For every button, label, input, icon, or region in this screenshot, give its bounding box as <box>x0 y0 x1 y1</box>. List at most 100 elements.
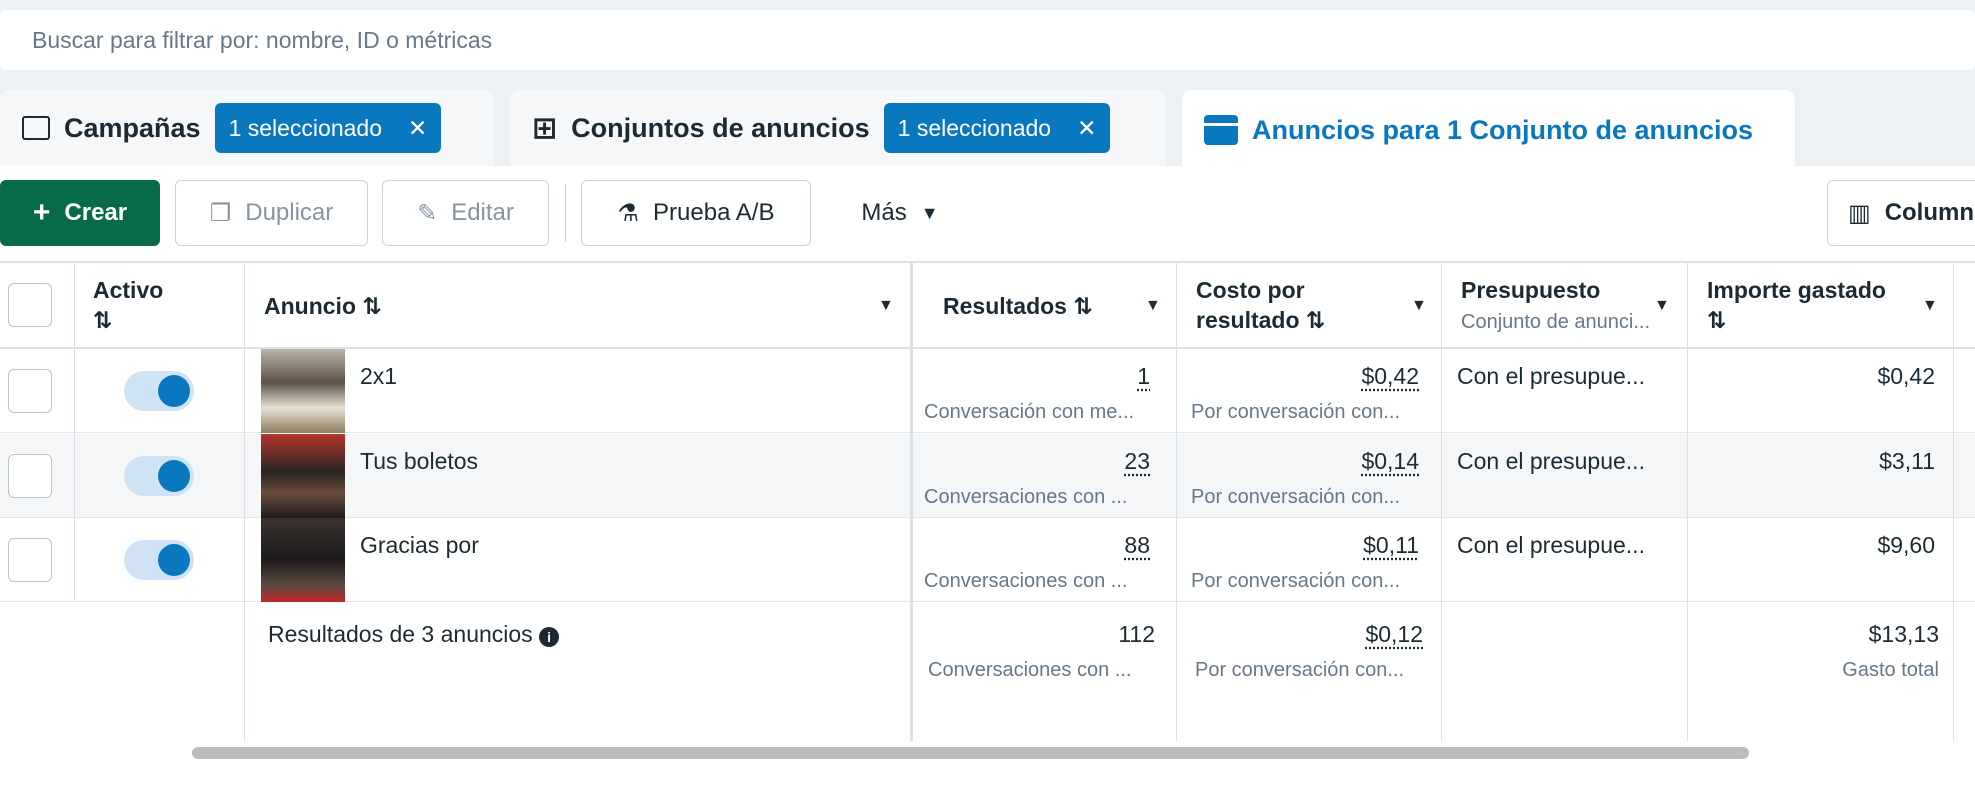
ad-thumbnail <box>261 349 345 433</box>
header-label: Presupuesto <box>1461 277 1601 303</box>
budget-value: Con el presupue... <box>1457 363 1645 389</box>
header-label: Anuncio <box>264 293 356 319</box>
header-activo[interactable]: Activo ⇅ <box>93 275 163 335</box>
caret-down-icon[interactable]: ▼ <box>1922 297 1938 315</box>
caret-down-icon[interactable]: ▼ <box>1654 297 1670 315</box>
caret-down-icon[interactable]: ▼ <box>1411 297 1427 315</box>
button-label: Prueba A/B <box>653 199 775 226</box>
total-spent: $13,13 <box>1868 621 1939 647</box>
pencil-icon: ✎ <box>417 199 438 227</box>
close-icon[interactable]: ✕ <box>408 115 427 142</box>
table-row[interactable]: 2x1 1 Conversación con me... $0,42 Por c… <box>0 349 1975 433</box>
tab-campanas[interactable]: Campañas 1 seleccionado ✕ <box>0 90 494 166</box>
header-label: Importe gastado <box>1707 277 1886 303</box>
header-label: Costo por <box>1196 277 1305 303</box>
total-cost-type: Por conversación con... <box>1195 659 1404 681</box>
ad-thumbnail <box>261 518 345 602</box>
summary-row: Resultados de 3 anuncios i 112 Conversac… <box>0 603 1975 741</box>
column-divider <box>910 261 913 741</box>
header-label: resultado <box>1196 307 1300 333</box>
header-anuncio[interactable]: Anuncio ⇅ <box>264 291 382 321</box>
selection-chip[interactable]: 1 seleccionado ✕ <box>883 103 1111 153</box>
sort-icon[interactable]: ⇅ <box>1707 307 1726 333</box>
create-button[interactable]: + Crear <box>0 180 160 246</box>
total-results-type: Conversaciones con ... <box>928 659 1132 681</box>
search-input[interactable]: Buscar para filtrar por: nombre, ID o mé… <box>0 10 1975 70</box>
table-row[interactable]: Gracias por 88 Conversaciones con ... $0… <box>0 518 1975 602</box>
info-icon[interactable]: i <box>539 627 560 647</box>
cost-value: $0,42 <box>1361 363 1419 389</box>
ad-icon <box>1204 115 1238 145</box>
select-all-checkbox[interactable] <box>8 283 52 327</box>
caret-down-icon[interactable]: ▼ <box>878 297 894 315</box>
ab-test-button[interactable]: ⚗ Prueba A/B <box>581 180 811 246</box>
plus-icon: + <box>32 196 51 229</box>
row-checkbox[interactable] <box>8 369 52 413</box>
column-divider <box>1687 261 1688 741</box>
chip-label: 1 seleccionado <box>228 114 383 141</box>
more-button[interactable]: Más ▼ <box>845 180 955 246</box>
cost-type: Por conversación con... <box>1191 401 1400 423</box>
row-checkbox[interactable] <box>8 454 52 498</box>
selection-chip[interactable]: 1 seleccionado ✕ <box>214 103 442 153</box>
close-icon[interactable]: ✕ <box>1077 115 1096 142</box>
header-costo[interactable]: Costo por resultado ⇅ <box>1196 275 1325 335</box>
caret-down-icon[interactable]: ▼ <box>1145 297 1161 315</box>
horizontal-scrollbar[interactable] <box>192 747 1749 759</box>
ad-thumbnail <box>261 434 345 518</box>
active-toggle[interactable] <box>124 371 194 411</box>
header-importe[interactable]: Importe gastado ⇅ <box>1707 275 1886 335</box>
spent-value: $3,11 <box>1879 448 1935 474</box>
column-divider <box>244 261 245 741</box>
header-label: Resultados <box>943 293 1067 319</box>
table-row[interactable]: Tus boletos 23 Conversaciones con ... $0… <box>0 434 1975 518</box>
button-label: Crear <box>64 199 128 226</box>
edit-button[interactable]: ✎ Editar <box>382 180 549 246</box>
cost-type: Por conversación con... <box>1191 570 1400 592</box>
total-spent-label: Gasto total <box>1842 659 1939 681</box>
column-divider <box>74 261 75 602</box>
button-label: Editar <box>451 199 514 226</box>
ad-name[interactable]: Tus boletos <box>360 448 478 475</box>
caret-down-icon: ▼ <box>920 202 939 223</box>
ad-name[interactable]: 2x1 <box>360 363 397 390</box>
total-cost: $0,12 <box>1365 621 1423 647</box>
button-label: Column <box>1884 199 1975 226</box>
sort-icon[interactable]: ⇅ <box>1073 293 1092 319</box>
table-header: Activo ⇅ Anuncio ⇅ ▼ Resultados ⇅ ▼ Costo… <box>0 261 1975 349</box>
spent-value: $9,60 <box>1877 532 1935 558</box>
active-toggle[interactable] <box>124 540 194 580</box>
cost-value: $0,11 <box>1363 532 1419 558</box>
results-value: 88 <box>1124 532 1150 558</box>
tab-anuncios[interactable]: Anuncios para 1 Conjunto de anuncios <box>1182 90 1795 170</box>
divider <box>565 184 566 242</box>
button-label: Más <box>861 199 907 226</box>
ad-name[interactable]: Gracias por <box>360 532 479 559</box>
summary-label: Resultados de 3 anuncios i <box>268 621 560 648</box>
duplicate-button[interactable]: ❐ Duplicar <box>175 180 368 246</box>
active-toggle[interactable] <box>124 456 194 496</box>
budget-value: Con el presupue... <box>1457 448 1645 474</box>
search-placeholder: Buscar para filtrar por: nombre, ID o mé… <box>32 26 493 53</box>
header-resultados[interactable]: Resultados ⇅ <box>943 291 1093 321</box>
sort-icon[interactable]: ⇅ <box>362 293 381 319</box>
total-results: 112 <box>1118 621 1155 647</box>
spent-value: $0,42 <box>1877 363 1935 389</box>
row-checkbox[interactable] <box>8 538 52 582</box>
budget-value: Con el presupue... <box>1457 532 1645 558</box>
sort-icon[interactable]: ⇅ <box>93 307 112 333</box>
columns-icon: ▥ <box>1848 199 1871 227</box>
tab-label: Conjuntos de anuncios <box>571 112 870 143</box>
duplicate-icon: ❐ <box>209 199 232 227</box>
columns-button[interactable]: ▥ Column <box>1827 180 1975 246</box>
sort-icon[interactable]: ⇅ <box>1306 307 1325 333</box>
results-type: Conversaciones con ... <box>924 486 1128 508</box>
folder-icon <box>22 116 50 140</box>
results-type: Conversación con me... <box>924 401 1135 423</box>
header-presupuesto[interactable]: Presupuesto Conjunto de anunci... <box>1461 275 1650 337</box>
header-sublabel: Conjunto de anunci... <box>1461 311 1651 333</box>
tab-conjuntos[interactable]: ⊞ Conjuntos de anuncios 1 seleccionado ✕ <box>510 90 1166 166</box>
results-value: 1 <box>1137 363 1150 389</box>
button-label: Duplicar <box>245 199 334 226</box>
grid-icon: ⊞ <box>532 111 558 145</box>
